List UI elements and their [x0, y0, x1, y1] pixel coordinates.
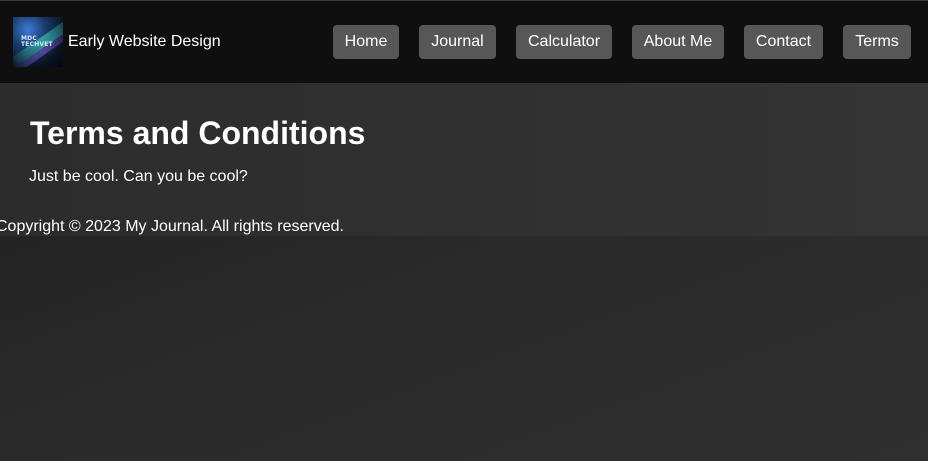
- page-title: Terms and Conditions: [30, 115, 366, 151]
- logo-text: MDC TECHVET: [21, 36, 53, 48]
- nav-button-about-me[interactable]: About Me: [632, 25, 724, 59]
- nav-button-journal[interactable]: Journal: [419, 25, 496, 59]
- content-section: [0, 83, 928, 236]
- nav-button-contact[interactable]: Contact: [744, 25, 823, 59]
- site-logo[interactable]: MDC TECHVET: [13, 17, 63, 67]
- nav-button-terms[interactable]: Terms: [843, 25, 911, 59]
- site-title: Early Website Design: [68, 33, 221, 50]
- logo-text-line2: TECHVET: [21, 41, 53, 48]
- nav-button-home[interactable]: Home: [333, 25, 399, 59]
- terms-body-text: Just be cool. Can you be cool?: [29, 168, 248, 185]
- nav-button-calculator[interactable]: Calculator: [516, 25, 612, 59]
- top-navbar: MDC TECHVET Early Website Design Home Jo…: [0, 1, 928, 83]
- footer-copyright: Copyright © 2023 My Journal. All rights …: [0, 218, 344, 235]
